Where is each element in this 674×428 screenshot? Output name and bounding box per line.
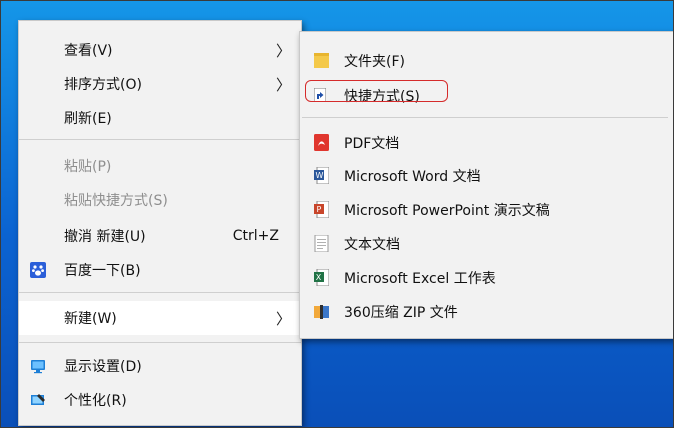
submenu-item-folder[interactable]: 文件夹(F) <box>300 44 673 77</box>
submenu-item-label: 文本文档 <box>344 236 400 253</box>
menu-item-label: 新建(W) <box>64 311 117 327</box>
powerpoint-icon: P <box>314 201 329 218</box>
text-doc-icon <box>314 235 329 252</box>
desktop-context-menu: 查看(V) 〉 排序方式(O) 〉 刷新(E) 粘贴(P) 粘贴快捷方式(S) … <box>18 20 302 426</box>
menu-item-paste-shortcut[interactable]: 粘贴快捷方式(S) <box>19 183 301 217</box>
folder-icon <box>314 53 329 68</box>
menu-item-label: 撤消 新建(U) <box>64 229 146 245</box>
menu-divider <box>19 292 301 293</box>
menu-item-view[interactable]: 查看(V) 〉 <box>19 33 301 67</box>
submenu-item-360-zip[interactable]: 360压缩 ZIP 文件 <box>300 295 673 328</box>
menu-item-label: 排序方式(O) <box>64 77 142 93</box>
menu-item-new[interactable]: 新建(W) 〉 <box>19 301 301 335</box>
menu-divider <box>302 117 668 118</box>
desktop-background: 查看(V) 〉 排序方式(O) 〉 刷新(E) 粘贴(P) 粘贴快捷方式(S) … <box>0 0 674 428</box>
submenu-item-word[interactable]: W Microsoft Word 文档 <box>300 159 673 192</box>
menu-item-label: 查看(V) <box>64 43 113 59</box>
menu-divider <box>19 342 301 343</box>
menu-item-sort-by[interactable]: 排序方式(O) 〉 <box>19 67 301 101</box>
svg-text:W: W <box>316 171 324 180</box>
menu-item-baidu[interactable]: 百度一下(B) <box>19 253 301 287</box>
submenu-item-excel[interactable]: X Microsoft Excel 工作表 <box>300 261 673 294</box>
menu-item-label: 刷新(E) <box>64 111 112 127</box>
menu-item-label: 粘贴(P) <box>64 159 112 175</box>
menu-item-label: 粘贴快捷方式(S) <box>64 193 168 209</box>
menu-item-paste[interactable]: 粘贴(P) <box>19 149 301 183</box>
submenu-item-label: 文件夹(F) <box>344 53 405 70</box>
menu-item-label: 显示设置(D) <box>64 359 142 375</box>
zip-archive-icon <box>314 305 329 319</box>
menu-item-display-settings[interactable]: 显示设置(D) <box>19 349 301 383</box>
menu-item-undo-new[interactable]: 撤消 新建(U) Ctrl+Z <box>19 219 301 253</box>
menu-item-refresh[interactable]: 刷新(E) <box>19 101 301 135</box>
submenu-item-label: 360压缩 ZIP 文件 <box>344 304 458 321</box>
new-submenu: 文件夹(F) 快捷方式(S) PDF文档 W Microsoft Word 文档… <box>299 31 673 339</box>
chevron-right-icon: 〉 <box>275 75 291 94</box>
menu-item-personalize[interactable]: 个性化(R) <box>19 383 301 417</box>
submenu-item-label: PDF文档 <box>344 135 400 152</box>
chevron-right-icon: 〉 <box>275 41 291 60</box>
personalize-icon <box>31 394 45 405</box>
menu-divider <box>19 139 301 140</box>
pdf-icon <box>314 134 329 151</box>
submenu-item-label: Microsoft Excel 工作表 <box>344 270 496 287</box>
annotation-highlight-box <box>305 80 448 102</box>
shortcut-text: Ctrl+Z <box>232 228 279 244</box>
menu-item-label: 百度一下(B) <box>64 263 141 279</box>
excel-icon: X <box>314 269 329 286</box>
submenu-item-label: Microsoft Word 文档 <box>344 168 481 185</box>
submenu-item-text-document[interactable]: 文本文档 <box>300 227 673 260</box>
submenu-item-label: Microsoft PowerPoint 演示文稿 <box>344 202 550 219</box>
submenu-item-pdf[interactable]: PDF文档 <box>300 126 673 159</box>
display-settings-icon <box>31 360 45 374</box>
word-icon: W <box>314 167 329 184</box>
menu-item-label: 个性化(R) <box>64 393 127 409</box>
baidu-paw-icon <box>30 262 46 278</box>
submenu-item-powerpoint[interactable]: P Microsoft PowerPoint 演示文稿 <box>300 193 673 226</box>
svg-text:P: P <box>317 205 322 214</box>
svg-text:X: X <box>316 273 322 282</box>
chevron-right-icon: 〉 <box>275 309 291 328</box>
